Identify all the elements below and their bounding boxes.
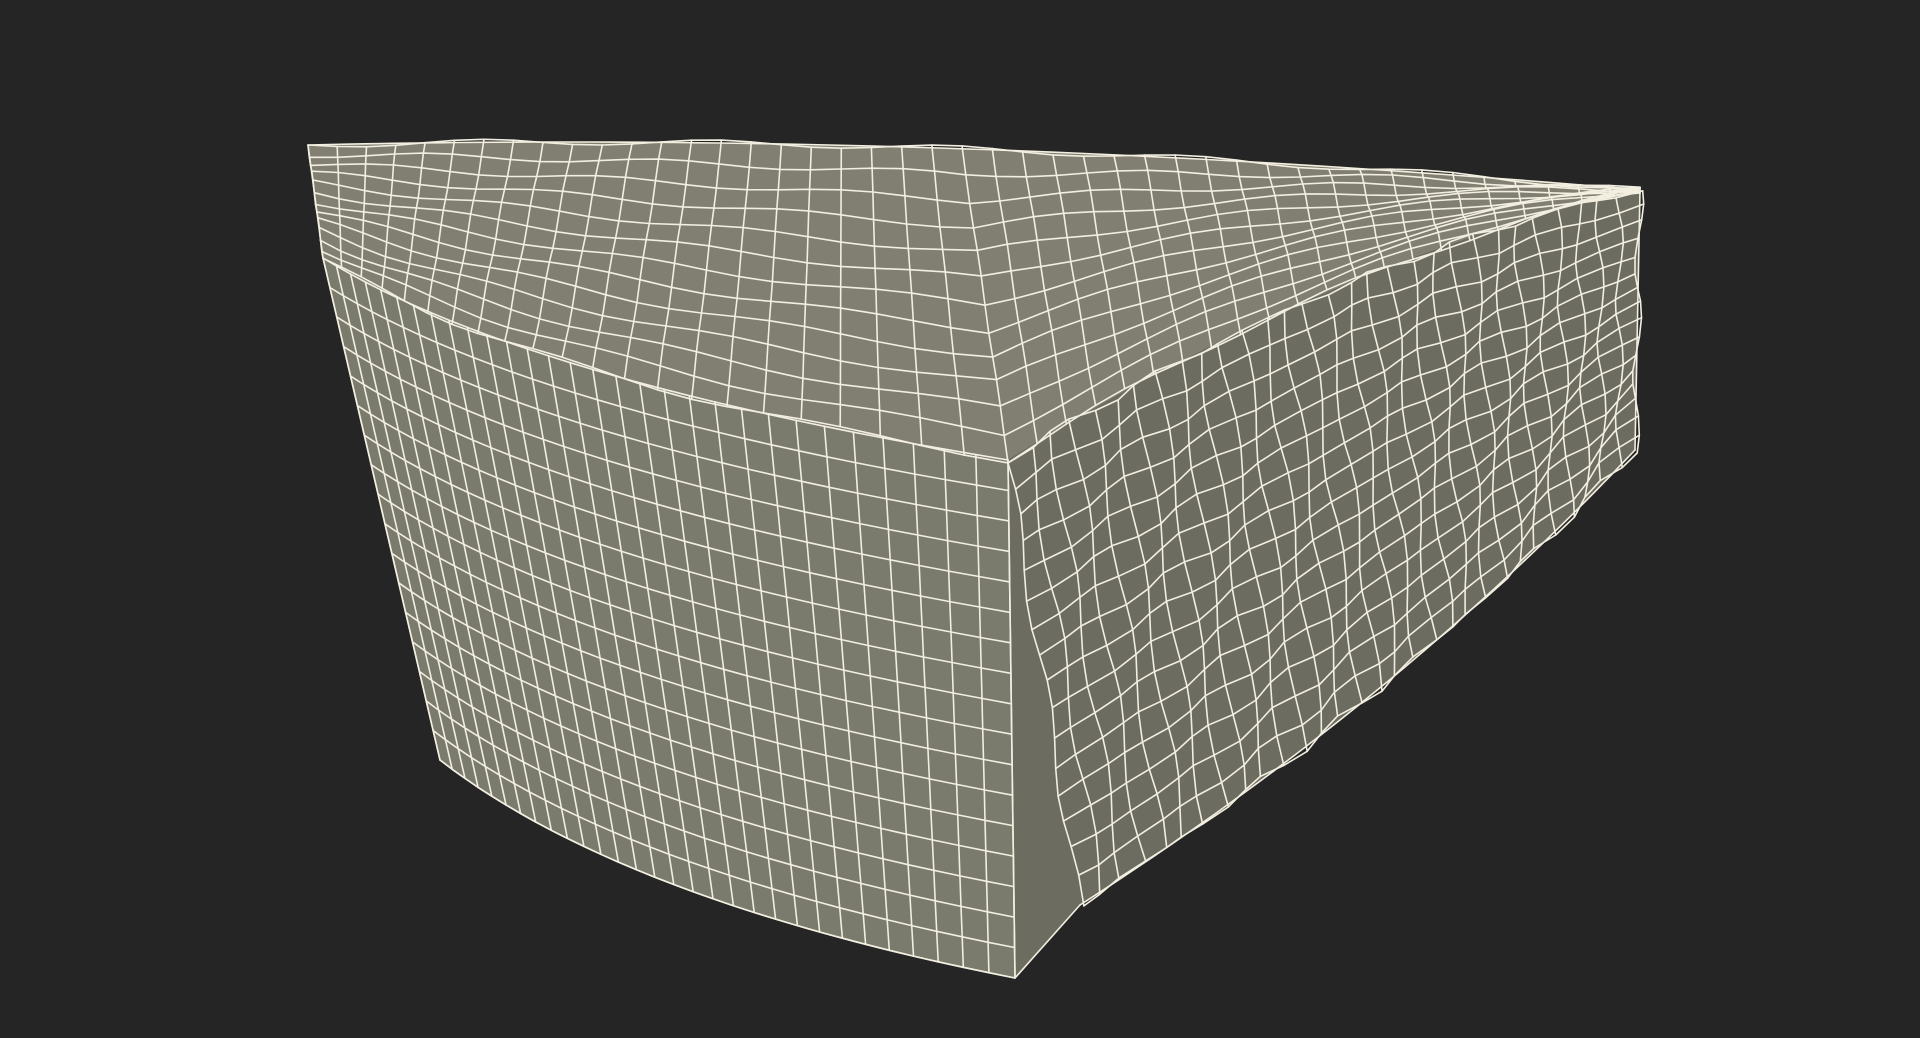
render-viewport — [0, 0, 1920, 1038]
wireframe-model — [307, 138, 1645, 979]
mesh-faces — [308, 142, 1640, 978]
